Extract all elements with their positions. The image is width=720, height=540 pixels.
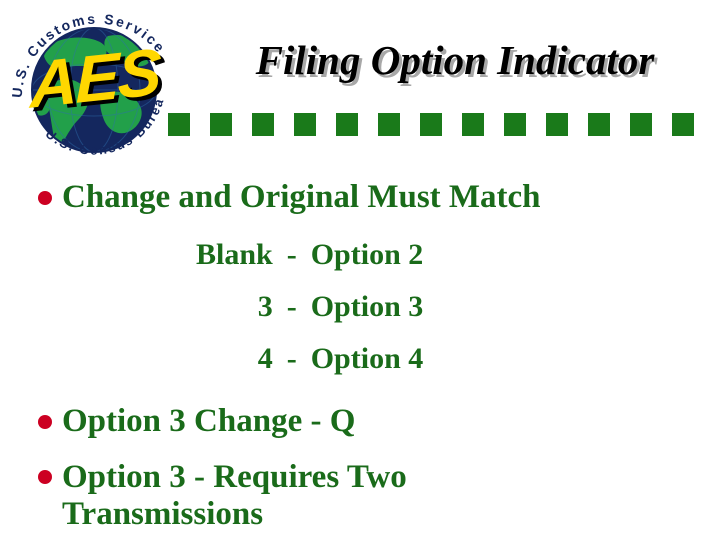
option-map-value: Option 4: [310, 342, 424, 375]
option-map-dash: -: [286, 342, 297, 375]
option-map-dash: -: [286, 238, 297, 271]
divider-square: [504, 113, 526, 136]
option-mapping-list: Blank - Option 2 3 - Option 3 4 - Option…: [196, 240, 423, 374]
divider-square: [294, 113, 316, 136]
divider-square: [630, 113, 652, 136]
slide-canvas: U.S. Customs Service U.S. Census Bureau …: [0, 0, 720, 540]
bullet-dot-icon: [38, 470, 52, 484]
divider-square: [588, 113, 610, 136]
option-map-key: 3: [257, 290, 273, 323]
divider-square: [210, 113, 232, 136]
option-map-value: Option 3: [310, 290, 424, 323]
bullet-dot-icon: [38, 191, 52, 205]
divider-square: [336, 113, 358, 136]
option-map-row: Blank - Option 2: [196, 240, 423, 292]
divider-square: [546, 113, 568, 136]
divider-square: [420, 113, 442, 136]
divider-square: [462, 113, 484, 136]
bullet-option-3-requires-two-transmissions: Option 3 - Requires Two Transmissions: [38, 459, 492, 533]
bullet-dot-icon: [38, 415, 52, 429]
option-map-value: Option 2: [310, 238, 424, 271]
bullet-label: Change and Original Must Match: [62, 179, 541, 215]
divider-square: [378, 113, 400, 136]
logo-acronym: AES AES: [28, 35, 166, 126]
bullet-change-original-must-match: Change and Original Must Match: [38, 180, 541, 214]
svg-text:AES: AES: [28, 35, 162, 123]
divider-square: [252, 113, 274, 136]
option-map-dash: -: [286, 290, 297, 323]
aes-logo: U.S. Customs Service U.S. Census Bureau …: [8, 2, 178, 177]
option-map-row: 3 - Option 3: [196, 290, 424, 344]
bullet-option-3-change-q: Option 3 Change - Q: [38, 404, 355, 438]
option-map-key: Blank: [196, 238, 273, 271]
bullet-label: Option 3 - Requires Two Transmissions: [62, 459, 407, 532]
page-title: Filing Option Indicator: [255, 37, 655, 83]
divider-square: [672, 113, 694, 136]
bullet-label: Option 3 Change - Q: [62, 403, 356, 439]
divider-square: [168, 113, 190, 136]
divider: [168, 113, 714, 137]
option-map-row: 4 - Option 4: [196, 342, 424, 375]
option-map-key: 4: [257, 342, 273, 375]
